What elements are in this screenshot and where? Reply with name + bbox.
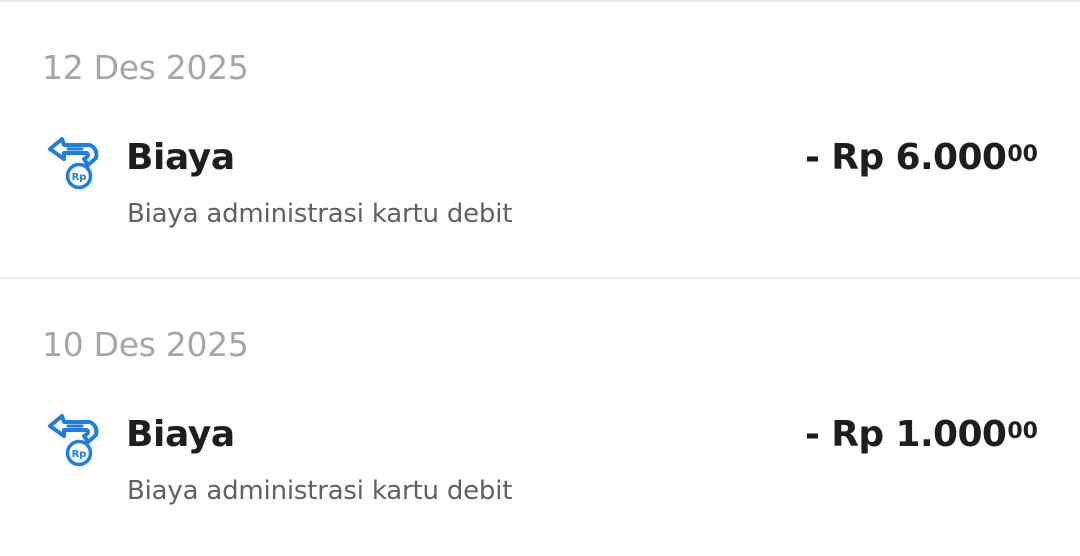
transaction-title: Biaya [126,414,235,455]
transaction-amount: - Rp 1.00000 [805,413,1038,457]
transaction-group: 12 Des 2025 Rp Biaya Biaya administrasi … [0,2,1080,277]
fee-coin-icon: Rp [44,134,102,192]
amount-cents: 00 [1007,142,1038,167]
transaction-group: 10 Des 2025 Rp Biaya Biaya administrasi … [0,279,1080,556]
transaction-amount: - Rp 6.00000 [805,136,1038,180]
rp-icon-label: Rp [72,172,87,183]
transaction-title: Biaya [126,137,235,178]
transaction-description: Biaya administrasi kartu debit [127,476,513,506]
date-header: 12 Des 2025 [42,48,249,87]
fee-coin-icon: Rp [44,411,102,469]
transaction-row[interactable]: Rp Biaya Biaya administrasi kartu debit … [0,130,1080,240]
rp-icon-label: Rp [72,449,87,460]
amount-main: - Rp 1.000 [805,414,1007,455]
transaction-row[interactable]: Rp Biaya Biaya administrasi kartu debit … [0,407,1080,517]
amount-cents: 00 [1007,419,1038,444]
amount-main: - Rp 6.000 [805,137,1007,178]
date-header: 10 Des 2025 [42,325,249,364]
transaction-description: Biaya administrasi kartu debit [127,199,513,229]
